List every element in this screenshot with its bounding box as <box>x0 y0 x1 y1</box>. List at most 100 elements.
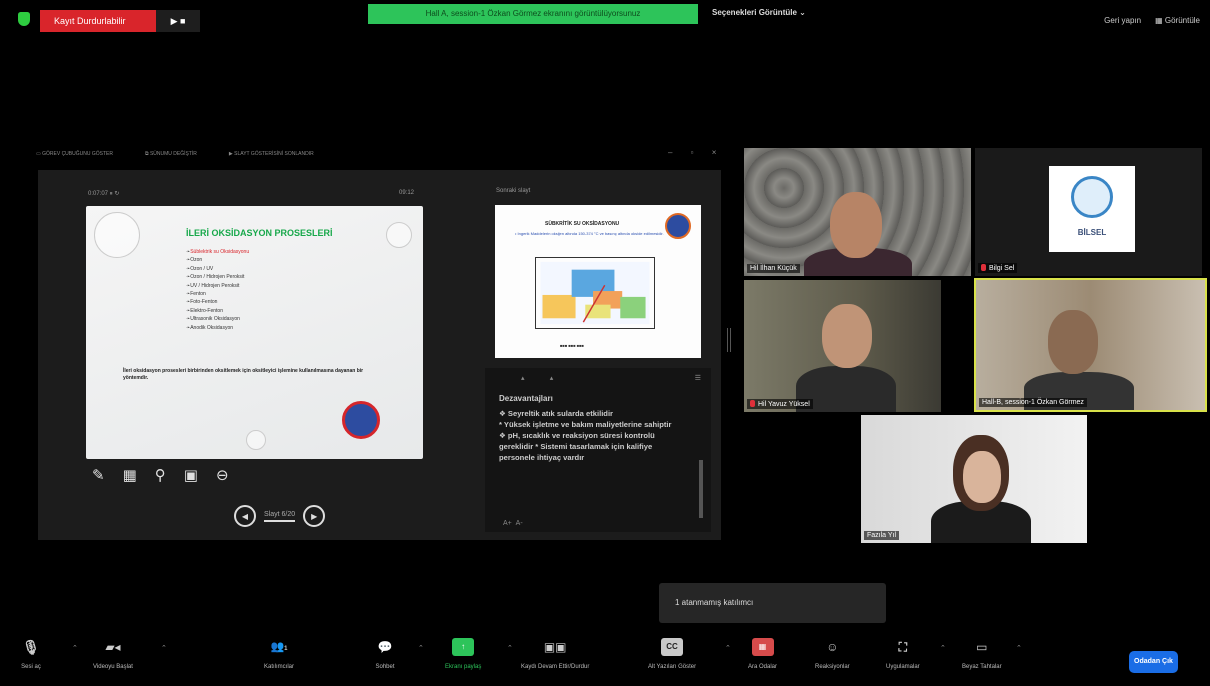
screen-icon[interactable]: ▣ <box>184 466 198 484</box>
slide-bullet: UV / Hidrojen Peroksit <box>186 282 249 290</box>
top-right-controls: Geri yapın ▦ Görüntüle <box>1104 16 1200 25</box>
notes-line: ❖ pH, sıcaklık ve reaksiyon süresi kontr… <box>499 431 655 462</box>
mic-muted-icon <box>750 400 755 407</box>
change-display-button[interactable]: ⧉ SÜNUMU DEĞİŞTİR <box>145 151 197 157</box>
pause-stop-icon: ▣▣ <box>543 640 567 654</box>
participant-video <box>822 304 872 368</box>
chat-options-caret[interactable]: ⌃ <box>418 644 424 652</box>
cc-icon: CC <box>661 638 684 656</box>
whiteboard-icon: ▭ <box>976 640 988 654</box>
participant-video <box>1048 310 1098 374</box>
speaker-notes[interactable]: ▴ ▴ ☰ Dezavantajları ❖ Seyreltik atık su… <box>485 368 711 532</box>
apps-icon: ⛶ <box>898 640 908 654</box>
next-slide-caption: ■■■ ■■■ ■■■ <box>560 343 584 348</box>
slide-bullet: Ozon / Hidrojen Peroksit <box>186 273 249 281</box>
whiteboard-options-caret[interactable]: ⌃ <box>1016 644 1022 652</box>
pause-recording-button[interactable]: ▣▣ Kaydı Devam Ettir/Durdur <box>521 638 589 670</box>
bilsel-logo: BİLSEL <box>1049 166 1135 252</box>
mic-muted-icon: 🎙 <box>22 639 40 655</box>
end-slideshow-button[interactable]: ▶ SLAYT GÖSTERİSİNİ SONLANDIR <box>229 151 314 157</box>
next-slide-label: Sonraki slayt <box>496 188 531 194</box>
previous-slide-button[interactable]: ◀ <box>234 505 256 527</box>
participant-video <box>830 192 882 258</box>
next-slide-logo <box>665 213 691 239</box>
undo-button[interactable]: Geri yapın <box>1104 16 1141 25</box>
slide-grid-icon[interactable]: ▦ <box>123 466 137 484</box>
apps-options-caret[interactable]: ⌃ <box>940 644 946 652</box>
participant-tile[interactable]: Fazıla Yıl <box>861 415 1087 543</box>
slide-title: İLERİ OKSİDASYON PROSESLERİ <box>186 228 333 238</box>
window-controls[interactable]: – ▫ × <box>668 148 724 157</box>
apps-button[interactable]: ⛶ Uygulamalar <box>886 638 920 670</box>
video-options-caret[interactable]: ⌃ <box>161 644 167 652</box>
security-shield-icon[interactable] <box>18 12 30 26</box>
captions-button[interactable]: CC Alt Yazıları Göster <box>648 638 696 670</box>
slide-navigation: ◀ Slayt 6/20 ▶ <box>234 505 326 527</box>
reactions-button[interactable]: ☺ Reaksiyonlar <box>815 638 850 670</box>
chat-button[interactable]: 💬 Sohbet <box>374 638 396 670</box>
slide-bullet: Süblektrik su Oksidasyonu <box>186 248 249 256</box>
slide-bullet: Foto-Fenton <box>186 298 249 306</box>
slide-bubble <box>94 212 140 258</box>
notes-line: * Yüksek işletme ve bakım maliyetlerine … <box>499 420 672 429</box>
slide-bullet: Elektro-Fenton <box>186 307 249 315</box>
participants-icon: 👥1 <box>270 641 288 653</box>
share-screen-button[interactable]: ↑ Ekranı paylaş <box>445 638 481 670</box>
chat-icon: 💬 <box>377 640 393 654</box>
whiteboards-button[interactable]: ▭ Beyaz Tahtalar <box>962 638 1002 670</box>
show-taskbar-button[interactable]: ▭ GÖREV ÇUBUĞUNU GÖSTER <box>36 151 113 157</box>
participant-name: Hil İlhan Küçük <box>747 264 800 273</box>
presenter-view: 0:07:07 ⏸ ↻ 09:12 Sonraki slayt İLERİ OK… <box>38 170 721 540</box>
participant-tile-active-speaker[interactable]: Hall-B, session-1 Özkan Görmez <box>974 278 1207 412</box>
notes-header: Dezavantajları <box>499 394 553 403</box>
start-video-button[interactable]: ▰◂ Videoyu Başlat <box>93 638 133 670</box>
view-button[interactable]: ▦ Görüntüle <box>1155 16 1200 25</box>
more-options-icon[interactable]: ⊖ <box>216 466 229 484</box>
share-options-caret[interactable]: ⌃ <box>507 644 513 652</box>
slide-bullet: Fenton <box>186 290 249 298</box>
viewing-banner: Hall A, session-1 Özkan Görmez ekranını … <box>368 4 698 24</box>
slide-bullet: Ozon / UV <box>186 265 249 273</box>
meeting-toolbar: 🎙 Sesi aç ⌃ ▰◂ Videoyu Başlat ⌃ 👥1 Katıl… <box>0 634 1210 686</box>
participants-button[interactable]: 👥1 Katılımcılar <box>264 638 294 670</box>
notes-line: ❖ Seyreltik atık sularda etkilidir <box>499 409 614 418</box>
next-slide-button[interactable]: ▶ <box>303 505 326 527</box>
split-resize-handle[interactable] <box>727 328 731 352</box>
participant-tile[interactable]: Hil Yavuz Yüksel <box>744 280 941 412</box>
breakout-rooms-button[interactable]: ▦ Ara Odalar <box>748 638 777 670</box>
breakout-rooms-icon: ▦ <box>751 638 774 656</box>
book-logo-icon <box>1071 176 1113 218</box>
participant-video <box>963 451 1001 503</box>
participant-tile[interactable]: Hil İlhan Küçük <box>744 148 971 276</box>
mic-muted-icon <box>981 264 986 271</box>
diagram-region <box>620 296 646 319</box>
unmute-button[interactable]: 🎙 Sesi aç <box>20 638 42 670</box>
slide-bubble <box>246 430 266 450</box>
participant-name: Hall-B, session-1 Özkan Görmez <box>979 398 1087 407</box>
unassigned-participants-popup[interactable]: 1 atanmamış katılımcı <box>659 583 886 623</box>
pen-icon[interactable]: ✎ <box>92 466 105 484</box>
participant-tile[interactable]: BİLSEL Bilgi Sel <box>975 148 1202 276</box>
notes-scrollbar[interactable] <box>699 460 703 518</box>
presentation-timer: 0:07:07 ⏸ ↻ <box>88 191 120 197</box>
slide-bullet: Anodik Oksidasyon <box>186 324 249 332</box>
captions-options-caret[interactable]: ⌃ <box>725 644 731 652</box>
notes-menu-icon[interactable]: ☰ <box>695 374 701 382</box>
next-slide-preview[interactable]: SÜBKRİTİK SU OKSİDASYONU • Ingerik Madde… <box>495 205 701 358</box>
presentation-clock: 09:12 <box>399 190 415 196</box>
view-options-button[interactable]: Seçenekleri Görüntüle ⌄ <box>712 8 806 17</box>
next-slide-title: SÜBKRİTİK SU OKSİDASYONU <box>545 221 620 227</box>
slide-bullet: Ozon <box>186 256 249 264</box>
zoom-icon[interactable]: ⚲ <box>155 466 166 484</box>
recording-controls[interactable]: ▶ ■ <box>156 10 200 32</box>
slide-bullet-list: Süblektrik su Oksidasyonu Ozon Ozon / UV… <box>186 248 249 332</box>
notes-font-controls[interactable]: ▴ ▴ <box>521 374 553 382</box>
audio-options-caret[interactable]: ⌃ <box>72 644 78 652</box>
slide-bullet: Ultrasonik Oksidasyon <box>186 315 249 323</box>
leave-room-button[interactable]: Odadan Çık <box>1129 651 1178 673</box>
video-off-icon: ▰◂ <box>105 640 121 654</box>
logo-text: BİLSEL <box>1077 228 1107 237</box>
diagram-region <box>542 294 576 319</box>
recording-status[interactable]: Kayıt Durdurlabilir <box>40 10 156 32</box>
notes-zoom-controls[interactable]: A+ A- <box>503 520 523 527</box>
